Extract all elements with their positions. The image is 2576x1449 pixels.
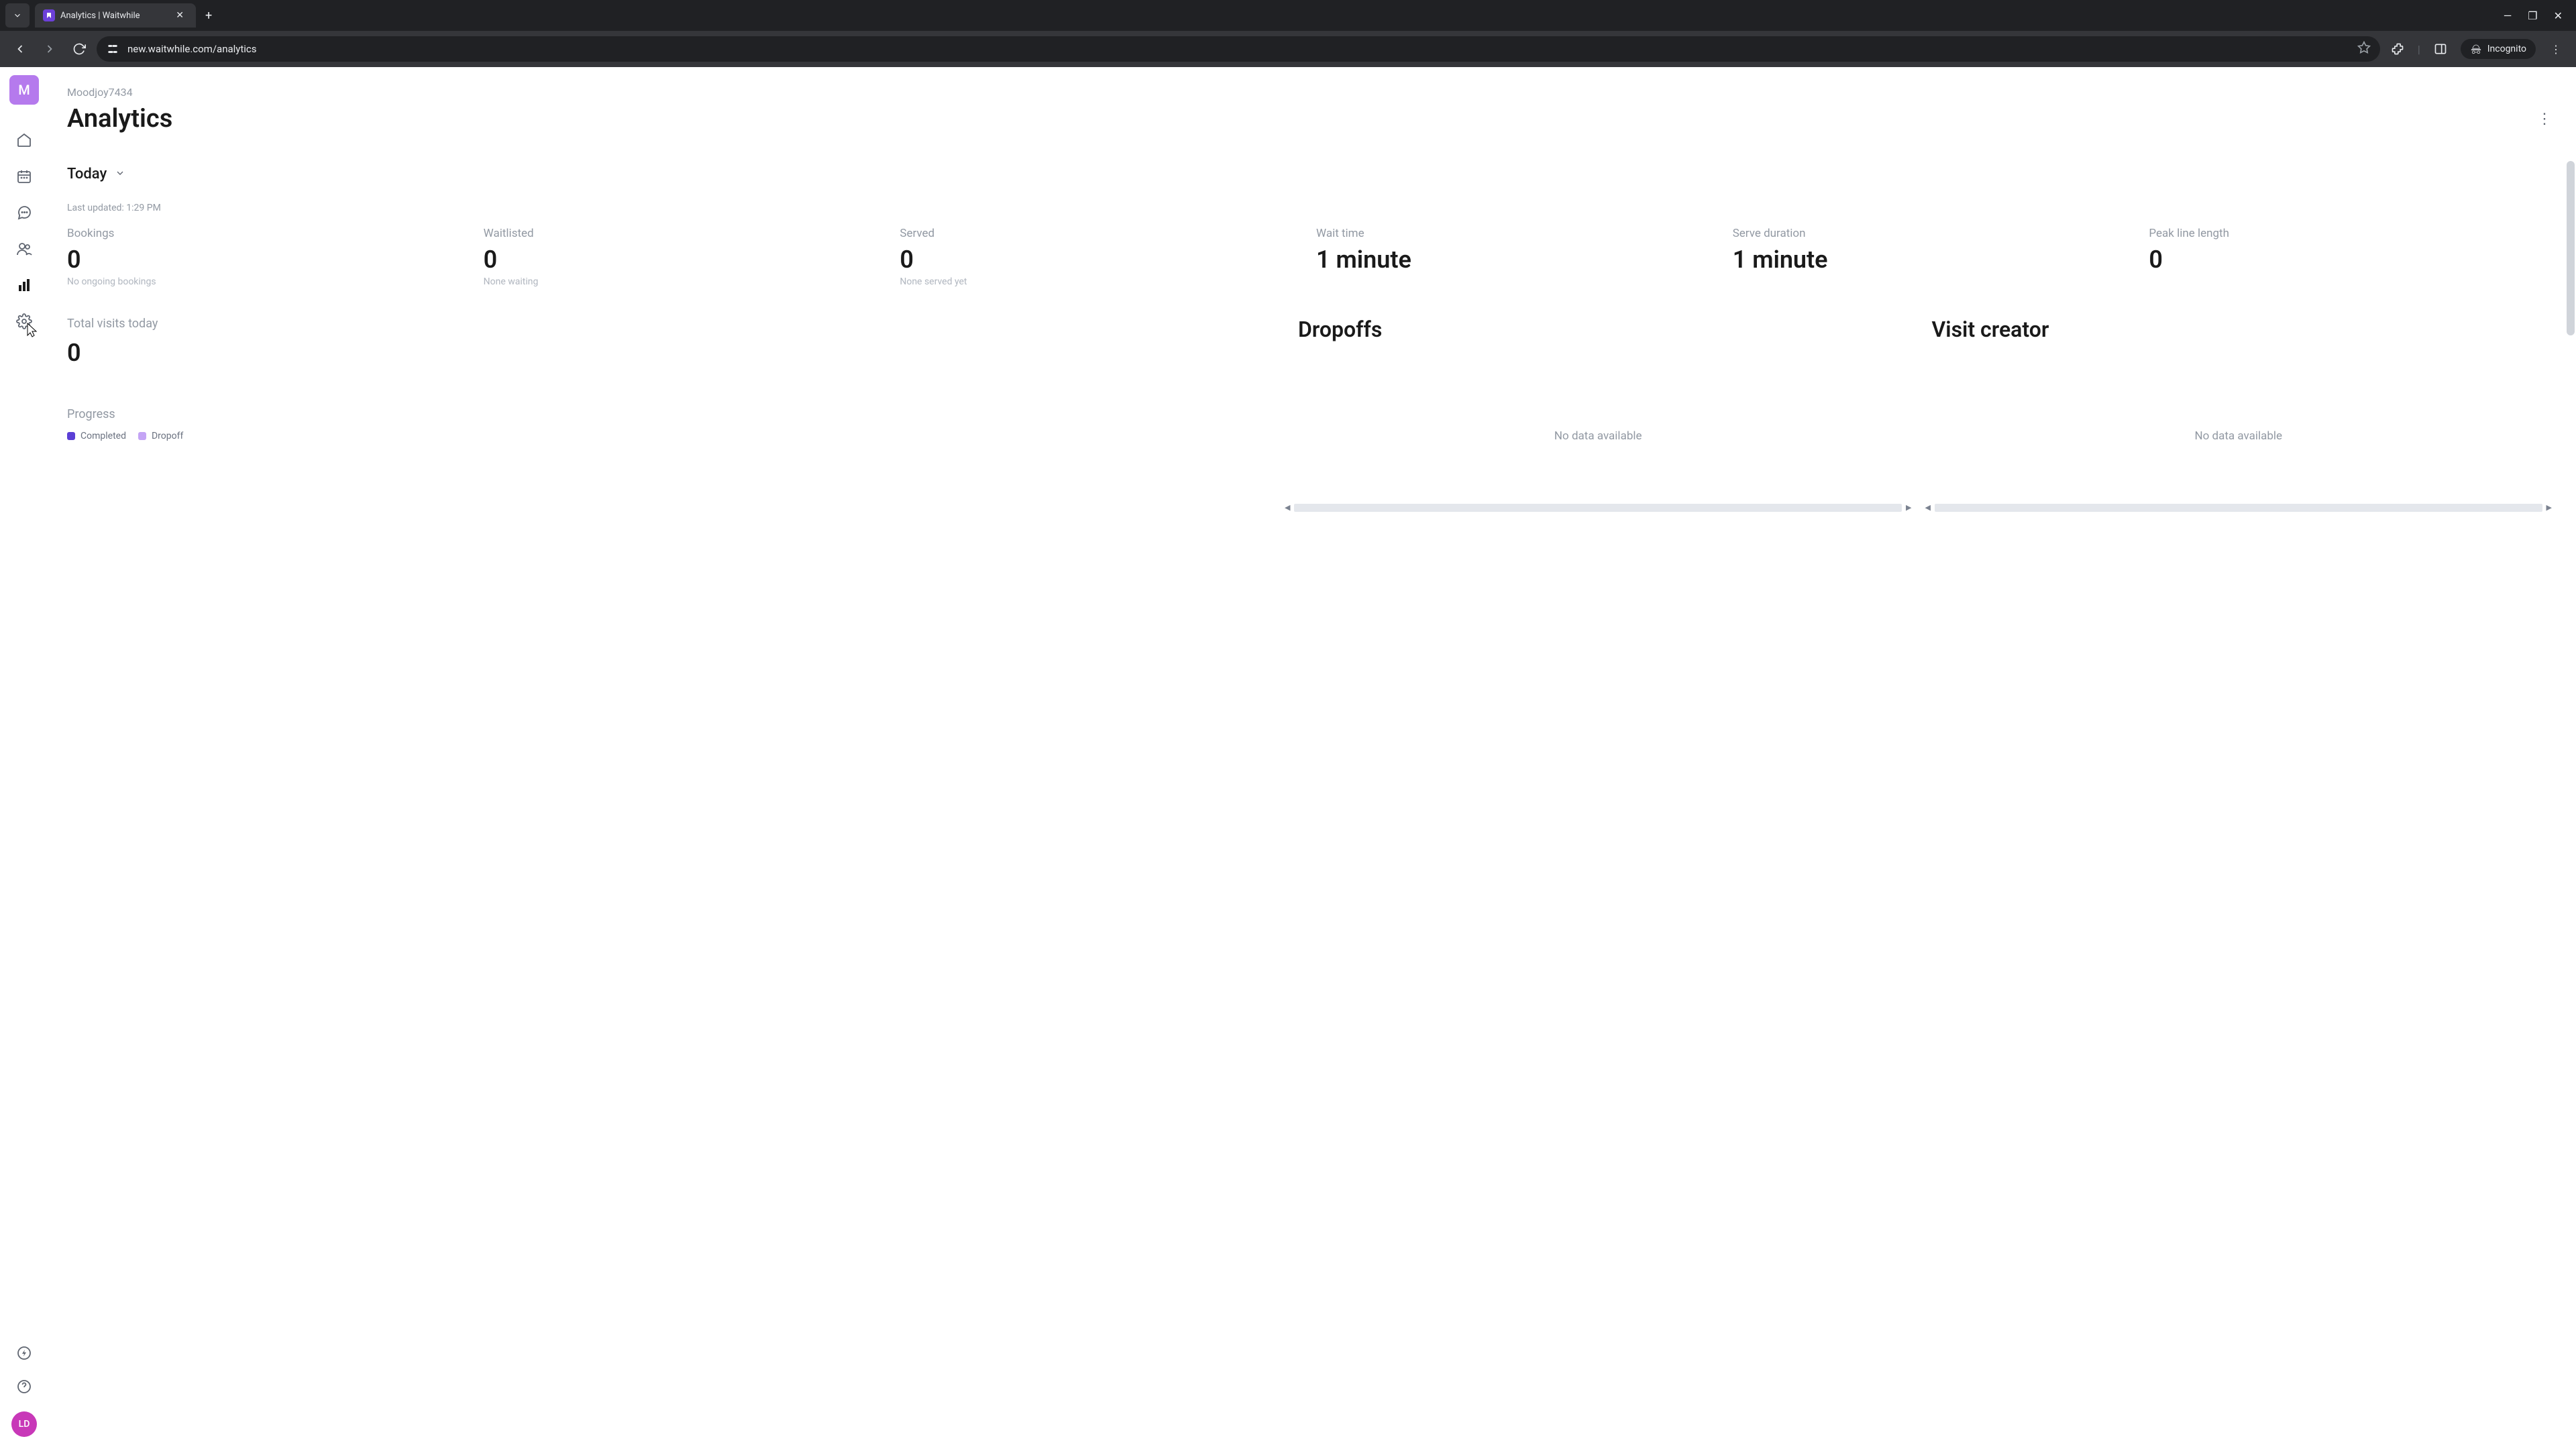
- bookmark-icon[interactable]: [2357, 41, 2371, 57]
- sidepanel-icon[interactable]: [2428, 37, 2453, 61]
- page-more-icon[interactable]: ⋮: [2537, 111, 2552, 127]
- tab-title: Analytics | Waitwhile: [60, 11, 166, 21]
- metric-waitlisted[interactable]: Waitlisted 0 None waiting: [484, 227, 887, 287]
- incognito-label: Incognito: [2487, 44, 2526, 54]
- slider-track[interactable]: [1935, 504, 2542, 512]
- metric-label: Serve duration: [1733, 227, 2136, 240]
- sidebar-nav: [15, 131, 33, 330]
- metric-value: 0: [484, 246, 887, 274]
- metric-bookings[interactable]: Bookings 0 No ongoing bookings: [67, 227, 470, 287]
- workspace-initial: M: [18, 82, 30, 98]
- panel-title: Visit creator: [1931, 317, 2552, 342]
- help-icon[interactable]: [15, 1378, 33, 1395]
- total-visits-card[interactable]: Total visits today 0: [67, 317, 1285, 367]
- url-text: new.waitwhile.com/analytics: [127, 43, 2349, 55]
- dropoffs-slider[interactable]: ◀ ▶: [1285, 503, 1912, 512]
- slider-right-icon[interactable]: ▶: [1906, 503, 1911, 512]
- tab-search-dropdown[interactable]: [5, 3, 30, 28]
- vertical-scrollbar[interactable]: [2567, 161, 2575, 335]
- dropoffs-panel: Dropoffs: [1298, 317, 1919, 367]
- metric-sub: No ongoing bookings: [67, 276, 470, 287]
- favicon-icon: [43, 9, 55, 21]
- tab-bar: Analytics | Waitwhile ✕ + — ❐ ✕: [0, 0, 2576, 31]
- lightning-icon[interactable]: [15, 1344, 33, 1362]
- visit-creator-slider[interactable]: ◀ ▶: [1925, 503, 2552, 512]
- minimize-icon[interactable]: —: [2504, 9, 2512, 22]
- chevron-down-icon: [115, 166, 125, 182]
- user-initials: LD: [19, 1419, 30, 1430]
- slider-left-icon[interactable]: ◀: [1925, 503, 1930, 512]
- panel-title: Dropoffs: [1298, 317, 1919, 342]
- metric-value: 0: [2149, 246, 2552, 274]
- metric-value: 0: [67, 246, 470, 274]
- metric-value: 1 minute: [1316, 246, 1719, 274]
- settings-icon[interactable]: [15, 313, 33, 330]
- last-updated-text: Last updated: 1:29 PM: [67, 203, 2552, 213]
- progress-label: Progress: [67, 407, 2552, 421]
- metric-label: Served: [900, 227, 1303, 240]
- metric-served[interactable]: Served 0 None served yet: [900, 227, 1303, 287]
- visit-creator-panel: Visit creator: [1931, 317, 2552, 367]
- extensions-icon[interactable]: [2385, 37, 2410, 61]
- back-button[interactable]: [8, 37, 32, 61]
- incognito-badge[interactable]: Incognito: [2461, 39, 2536, 59]
- slider-right-icon[interactable]: ▶: [2546, 503, 2552, 512]
- total-visits-label: Total visits today: [67, 317, 1285, 331]
- dropoffs-nodata: No data available: [1285, 429, 1912, 443]
- total-visits-value: 0: [67, 339, 1285, 367]
- close-tab-icon[interactable]: ✕: [172, 9, 188, 22]
- maximize-icon[interactable]: ❐: [2528, 9, 2537, 22]
- workspace-badge[interactable]: M: [9, 75, 39, 105]
- browser-menu-icon[interactable]: ⋮: [2544, 37, 2568, 61]
- metric-value: 1 minute: [1733, 246, 2136, 274]
- browser-toolbar: new.waitwhile.com/analytics | Incognito …: [0, 31, 2576, 67]
- address-bar[interactable]: new.waitwhile.com/analytics: [97, 36, 2380, 62]
- metric-peak-line[interactable]: Peak line length 0: [2149, 227, 2552, 287]
- metric-sub: None waiting: [484, 276, 887, 287]
- user-avatar[interactable]: LD: [11, 1411, 37, 1437]
- metric-value: 0: [900, 246, 1303, 274]
- messages-icon[interactable]: [15, 204, 33, 221]
- page-title: Analytics: [67, 104, 172, 133]
- metric-label: Peak line length: [2149, 227, 2552, 240]
- analytics-icon[interactable]: [15, 276, 33, 294]
- metric-label: Wait time: [1316, 227, 1719, 240]
- visit-creator-nodata: No data available: [1925, 429, 2552, 443]
- slider-left-icon[interactable]: ◀: [1285, 503, 1290, 512]
- window-controls: — ❐ ✕: [2504, 9, 2576, 22]
- customers-icon[interactable]: [15, 240, 33, 258]
- new-tab-button[interactable]: +: [196, 3, 221, 28]
- reload-button[interactable]: [67, 37, 91, 61]
- workspace-name[interactable]: Moodjoy7434: [67, 86, 2552, 99]
- metrics-row: Bookings 0 No ongoing bookings Waitliste…: [67, 227, 2552, 287]
- metric-sub: None served yet: [900, 276, 1303, 287]
- close-window-icon[interactable]: ✕: [2554, 9, 2563, 22]
- browser-tab[interactable]: Analytics | Waitwhile ✕: [35, 3, 196, 28]
- metric-label: Bookings: [67, 227, 470, 240]
- date-range-selector[interactable]: Today: [67, 166, 2552, 182]
- date-range-label: Today: [67, 166, 107, 182]
- forward-button[interactable]: [38, 37, 62, 61]
- site-settings-icon[interactable]: [106, 42, 119, 56]
- metric-wait-time[interactable]: Wait time 1 minute: [1316, 227, 1719, 287]
- main-content: Moodjoy7434 Analytics ⋮ Today Last updat…: [48, 67, 2576, 1449]
- sidebar: M: [0, 67, 48, 1449]
- calendar-icon[interactable]: [15, 168, 33, 185]
- slider-track[interactable]: [1294, 504, 1902, 512]
- metric-label: Waitlisted: [484, 227, 887, 240]
- metric-serve-duration[interactable]: Serve duration 1 minute: [1733, 227, 2136, 287]
- home-icon[interactable]: [15, 131, 33, 149]
